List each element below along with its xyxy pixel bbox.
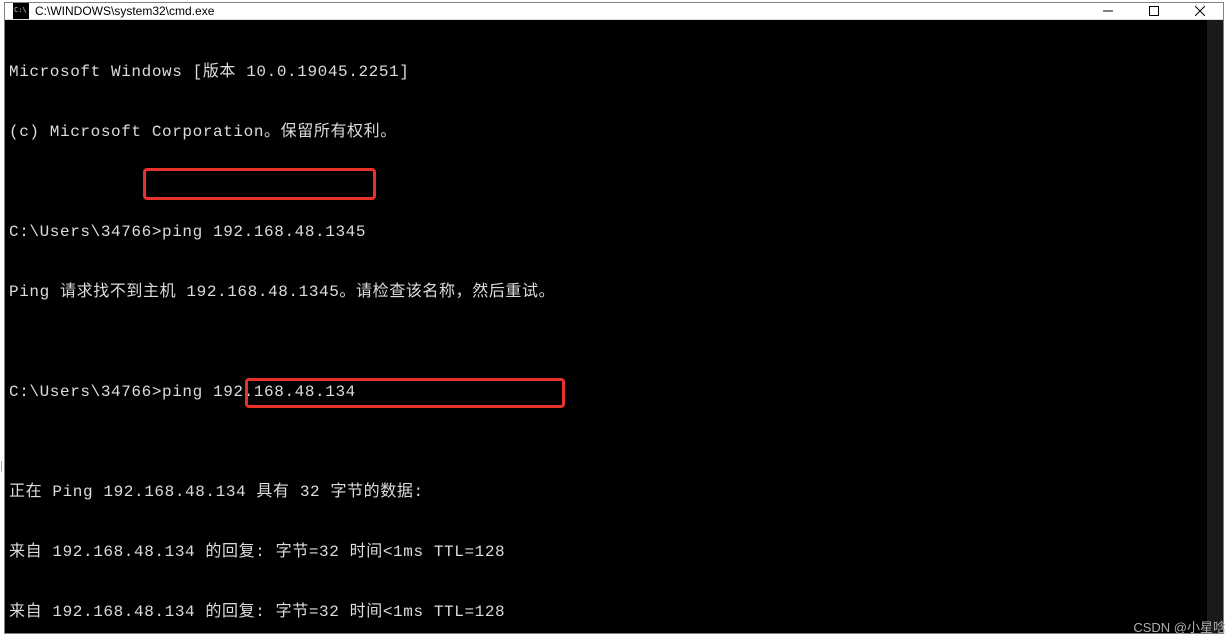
terminal-line: (c) Microsoft Corporation。保留所有权利。 [9,122,1223,142]
terminal-line: C:\Users\34766>ping 192.168.48.1345 [9,222,1223,242]
window-title: C:\WINDOWS\system32\cmd.exe [35,4,214,18]
cmd-icon [13,3,29,19]
close-button[interactable] [1177,3,1223,19]
stray-glyph: | [0,460,3,472]
close-icon [1195,6,1205,16]
minimize-button[interactable] [1085,3,1131,19]
titlebar[interactable]: C:\WINDOWS\system32\cmd.exe [5,3,1223,20]
cmd-window: C:\WINDOWS\system32\cmd.exe Microsoft Wi… [4,2,1224,634]
terminal-line: 来自 192.168.48.134 的回复: 字节=32 时间<1ms TTL=… [9,542,1223,562]
maximize-button[interactable] [1131,3,1177,19]
terminal-area[interactable]: Microsoft Windows [版本 10.0.19045.2251] (… [5,20,1223,633]
window-controls [1085,3,1223,19]
watermark-text: CSDN @小星唅 [1133,617,1226,636]
terminal-line: 正在 Ping 192.168.48.134 具有 32 字节的数据: [9,482,1223,502]
terminal-line: C:\Users\34766>ping 192.168.48.134 [9,382,1223,402]
minimize-icon [1103,6,1113,16]
maximize-icon [1149,6,1159,16]
terminal-line: Ping 请求找不到主机 192.168.48.1345。请检查该名称，然后重试… [9,282,1223,302]
terminal-line: 来自 192.168.48.134 的回复: 字节=32 时间<1ms TTL=… [9,602,1223,622]
terminal-line: Microsoft Windows [版本 10.0.19045.2251] [9,62,1223,82]
highlight-box-1 [143,168,376,200]
vertical-scrollbar[interactable] [1207,20,1223,633]
